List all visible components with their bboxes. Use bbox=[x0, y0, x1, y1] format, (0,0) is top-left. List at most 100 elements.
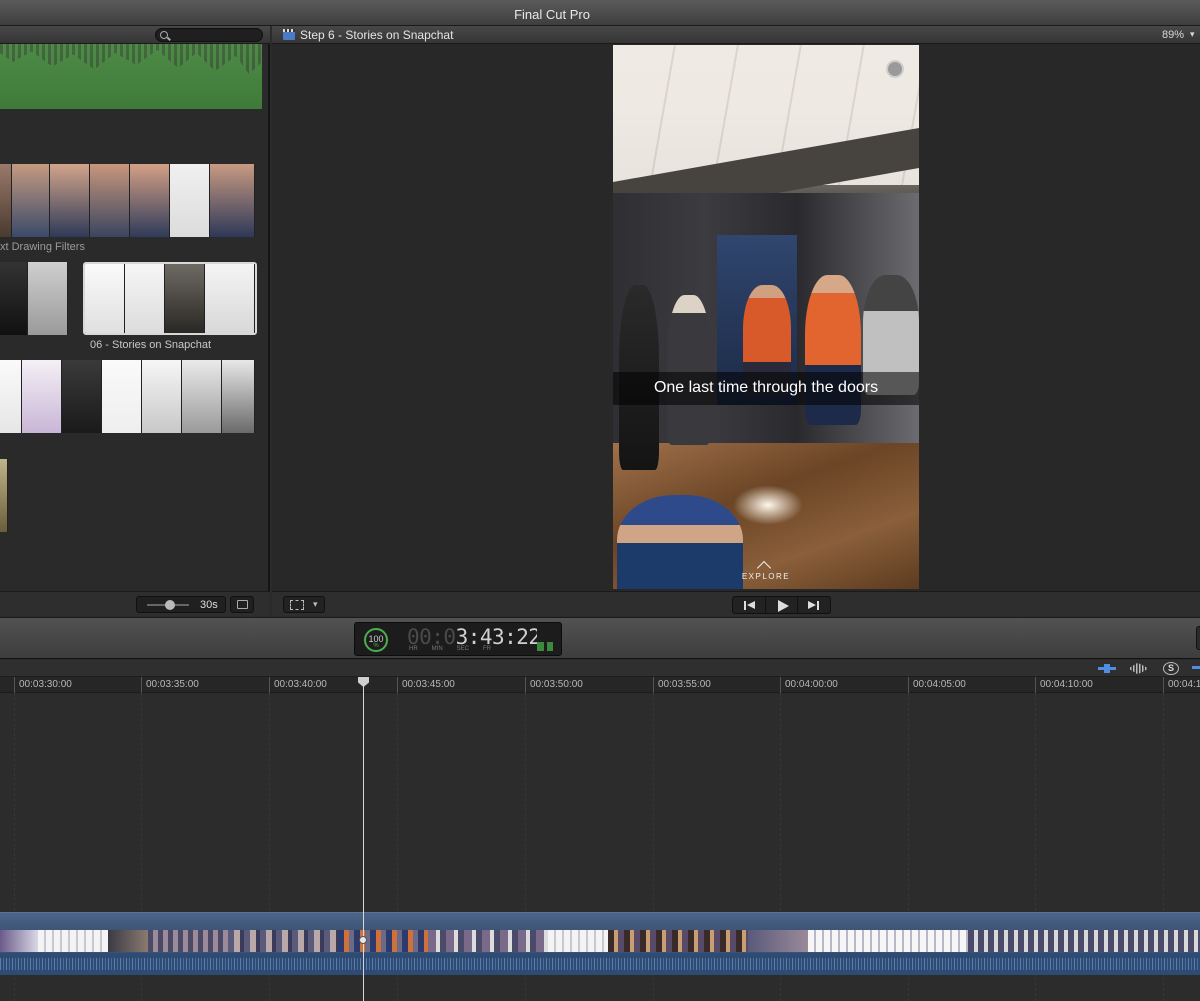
clip-label: xt Drawing Filters bbox=[0, 241, 85, 253]
transform-icon bbox=[290, 600, 304, 610]
progress-unit: % bbox=[373, 643, 379, 649]
clip-duration-label: 30s bbox=[200, 599, 218, 611]
clip-thumbnails-row-3[interactable] bbox=[0, 360, 255, 433]
search-icon bbox=[160, 31, 168, 39]
explore-label[interactable]: EXPLORE bbox=[613, 572, 919, 581]
chevron-down-icon[interactable]: ▾ bbox=[313, 599, 318, 610]
caption-bar: One last time through the doors bbox=[613, 372, 919, 405]
snapchat-timer-icon bbox=[886, 60, 904, 78]
ruler-label: 00:04:1 bbox=[1168, 679, 1200, 690]
ruler-tick: 00:03:45:00 bbox=[397, 677, 455, 693]
filmstrip-frame bbox=[548, 930, 608, 952]
audio-skimming-icon[interactable] bbox=[1130, 663, 1148, 674]
caption-text: One last time through the doors bbox=[653, 379, 879, 396]
ruler-tick: 00:03:30:00 bbox=[14, 677, 72, 693]
clapper-icon bbox=[283, 29, 295, 40]
clip-frame bbox=[125, 264, 165, 333]
final-cut-pro-window: Final Cut Pro xt Drawing Filters 06 - St… bbox=[0, 0, 1200, 1001]
search-field[interactable] bbox=[155, 28, 263, 42]
clip-audio-waveform[interactable] bbox=[0, 44, 262, 109]
ruler-tick: 00:03:40:00 bbox=[269, 677, 327, 693]
clip-thumbnails-text-drawing[interactable] bbox=[0, 164, 255, 237]
timeline[interactable]: S 00:03:30:00 00:03:35:00 00:03:40:00 00… bbox=[0, 660, 1200, 1001]
previous-edit-button[interactable] bbox=[733, 597, 766, 613]
clip-frame bbox=[210, 164, 255, 237]
clip-frame bbox=[0, 360, 22, 433]
clip-thumbnails-row-2[interactable] bbox=[0, 262, 68, 335]
primary-storyline-clip[interactable] bbox=[0, 912, 1200, 975]
clip-thumbnails-stories-snapchat[interactable] bbox=[83, 262, 257, 335]
timeline-ruler[interactable]: 00:03:30:00 00:03:35:00 00:03:40:00 00:0… bbox=[0, 677, 1200, 693]
viewer-footer: ▾ bbox=[272, 591, 1200, 616]
clip-frame bbox=[102, 360, 142, 433]
clip-frame bbox=[130, 164, 170, 237]
clip-label-selected: 06 - Stories on Snapchat bbox=[90, 339, 212, 351]
audio-meter-right bbox=[546, 629, 553, 651]
clip-skimming-icon[interactable] bbox=[1098, 664, 1116, 673]
clip-frame bbox=[22, 360, 62, 433]
transform-button[interactable]: ▾ bbox=[283, 596, 325, 613]
playhead-marker-dot bbox=[359, 936, 367, 944]
timecode-units: HR MIN SEC FR bbox=[409, 646, 509, 652]
toolbar: 100 % 00:03:43:22 HR MIN SEC FR bbox=[0, 617, 1200, 659]
clip-frame bbox=[165, 264, 205, 333]
ruler-label: 00:03:45:00 bbox=[402, 679, 455, 690]
window-title: Final Cut Pro bbox=[514, 7, 590, 22]
viewer-zoom-menu[interactable]: 89% bbox=[1162, 29, 1184, 41]
background-tasks-indicator[interactable]: 100 % bbox=[364, 628, 388, 652]
audio-meter-left bbox=[537, 629, 544, 651]
timecode-unit-fr: FR bbox=[483, 646, 492, 652]
event-browser: xt Drawing Filters 06 - Stories on Snapc… bbox=[0, 26, 270, 616]
next-edit-button[interactable] bbox=[798, 597, 830, 613]
filmstrip-icon bbox=[237, 600, 248, 609]
ruler-tick: 00:03:35:00 bbox=[141, 677, 199, 693]
ruler-tick: 00:04:05:00 bbox=[908, 677, 966, 693]
ruler-tick: 00:04:00:00 bbox=[780, 677, 838, 693]
snapping-icon[interactable] bbox=[1192, 666, 1200, 669]
ruler-label: 00:03:30:00 bbox=[19, 679, 72, 690]
clip-audio-waveform-track bbox=[0, 953, 1200, 975]
solo-icon[interactable]: S bbox=[1163, 662, 1179, 675]
filmstrip-frame bbox=[338, 930, 428, 952]
clip-frame bbox=[170, 164, 210, 237]
play-button[interactable] bbox=[766, 597, 799, 613]
filmstrip-frame bbox=[968, 930, 1200, 952]
clip-frame bbox=[182, 360, 222, 433]
ruler-label: 00:04:00:00 bbox=[785, 679, 838, 690]
dashboard[interactable]: 100 % 00:03:43:22 HR MIN SEC FR bbox=[354, 622, 562, 656]
playhead[interactable] bbox=[363, 686, 364, 1001]
clip-frame bbox=[90, 164, 130, 237]
video-frame[interactable]: One last time through the doors EXPLORE bbox=[613, 45, 919, 589]
clip-appearance-button[interactable] bbox=[230, 596, 254, 613]
clip-frame bbox=[12, 164, 50, 237]
timecode-unit-hr: HR bbox=[409, 646, 418, 652]
filmstrip-frame bbox=[748, 930, 808, 952]
timeline-toolbar: S bbox=[0, 660, 1200, 677]
browser-footer: 30s bbox=[0, 591, 270, 616]
filmstrip-frame bbox=[608, 930, 748, 952]
clip-filmstrip bbox=[0, 930, 1200, 952]
clip-thumbnails-row-4[interactable] bbox=[0, 459, 8, 532]
video-glare bbox=[733, 485, 803, 525]
search-input[interactable] bbox=[172, 29, 260, 41]
ruler-label: 00:04:05:00 bbox=[913, 679, 966, 690]
video-person bbox=[667, 295, 711, 445]
clip-frame bbox=[28, 262, 68, 335]
toolbar-edge-button[interactable] bbox=[1196, 626, 1200, 650]
storyline-header bbox=[0, 913, 1200, 930]
title-bar: Final Cut Pro bbox=[0, 0, 1200, 26]
viewer-title: Step 6 - Stories on Snapchat bbox=[300, 28, 454, 42]
clip-zoom-control[interactable]: 30s bbox=[136, 596, 226, 613]
ruler-label: 00:03:50:00 bbox=[530, 679, 583, 690]
ruler-tick: 00:03:55:00 bbox=[653, 677, 711, 693]
clip-frame bbox=[142, 360, 182, 433]
filmstrip-frame bbox=[808, 930, 968, 952]
timecode-unit-sec: SEC bbox=[456, 646, 470, 652]
zoom-slider-knob[interactable] bbox=[165, 600, 175, 610]
clip-frame bbox=[222, 360, 255, 433]
chevron-down-icon[interactable]: ▾ bbox=[1190, 29, 1195, 40]
timecode-unit-min: MIN bbox=[431, 646, 443, 652]
audio-meter[interactable] bbox=[537, 629, 553, 651]
ruler-tick: 00:04:1 bbox=[1163, 677, 1200, 693]
clip-frame bbox=[50, 164, 90, 237]
